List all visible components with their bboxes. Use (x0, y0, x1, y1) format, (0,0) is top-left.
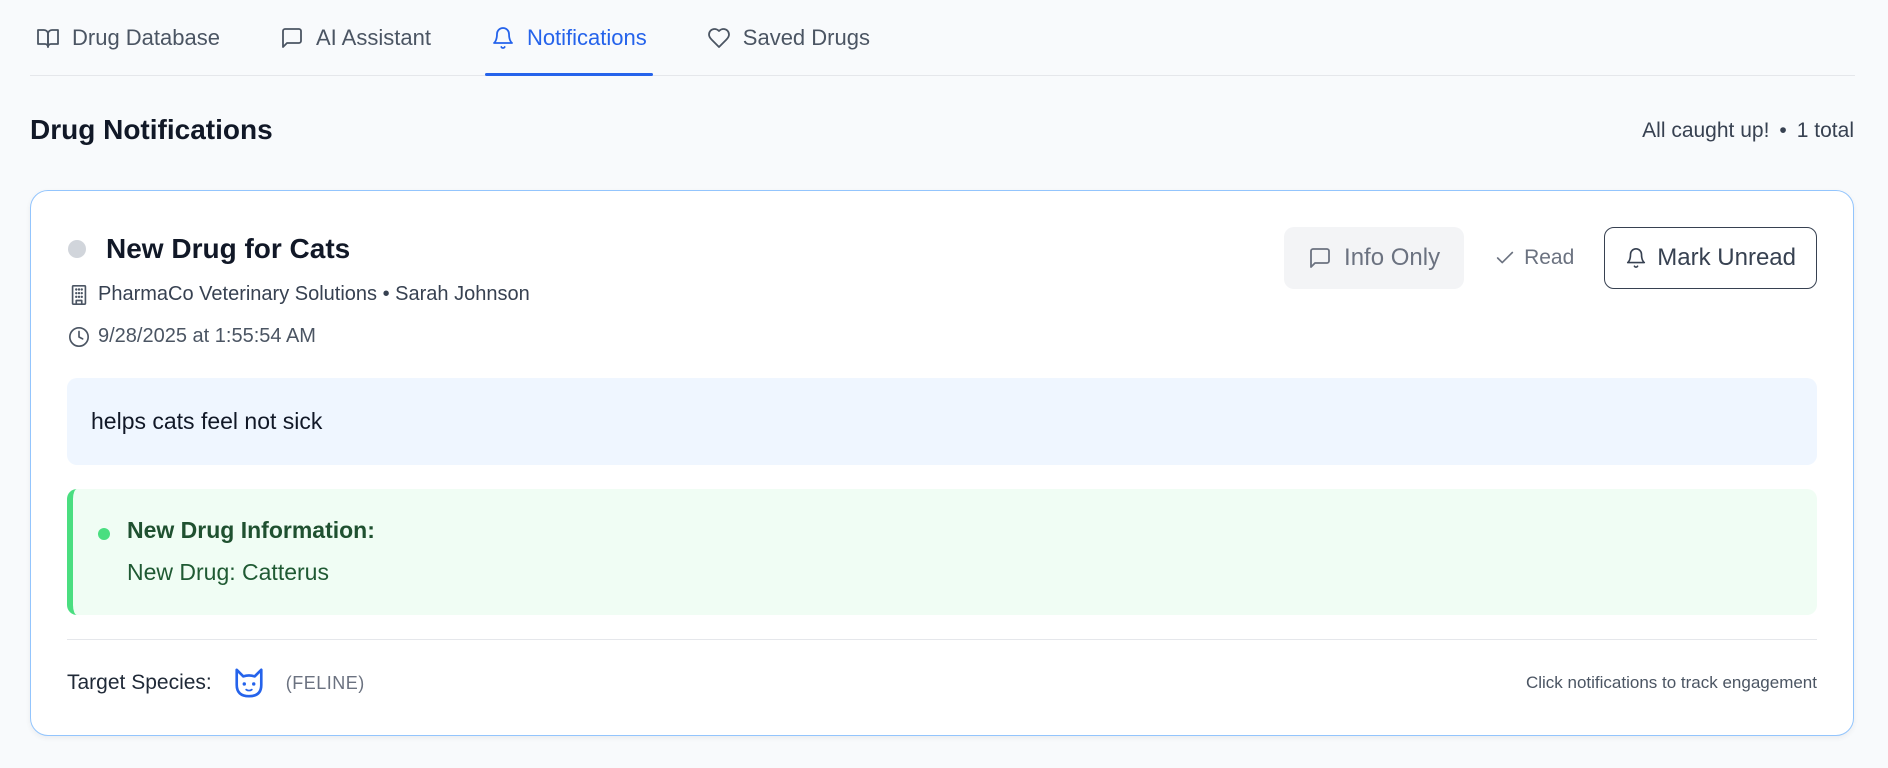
drug-info-label: New Drug Information: (127, 517, 375, 543)
heart-icon (707, 27, 730, 48)
mark-unread-label: Mark Unread (1657, 244, 1796, 271)
tab-notifications[interactable]: Notifications (484, 0, 653, 76)
tab-ai-assistant[interactable]: AI Assistant (274, 0, 437, 75)
cat-icon (235, 668, 263, 698)
notification-header: New Drug for Cats (68, 233, 350, 265)
footer-divider (67, 639, 1817, 640)
notification-card[interactable]: New Drug for Cats PharmaCo Veterinary So… (30, 190, 1854, 736)
info-only-button[interactable]: Info Only (1284, 227, 1465, 289)
timestamp-line: 9/28/2025 at 1:55:54 AM (68, 325, 316, 348)
clock-icon (69, 326, 89, 347)
engagement-hint: Click notifications to track engagement (1525, 673, 1817, 692)
check-icon (1496, 251, 1514, 264)
main-tabs: Drug Database AI Assistant Notifications… (30, 0, 1855, 76)
info-bullet (98, 528, 110, 540)
company-line: PharmaCo Veterinary Solutions • Sarah Jo… (68, 283, 530, 306)
bell-icon (493, 26, 513, 49)
read-status-dot (68, 240, 86, 258)
target-species: Target Species: (FELINE) (67, 666, 365, 700)
message-square-icon (282, 27, 302, 48)
tab-label: AI Assistant (315, 24, 431, 50)
tab-saved-drugs[interactable]: Saved Drugs (701, 0, 876, 75)
total-count: 1 total (1796, 119, 1854, 142)
species-code: (FELINE) (285, 672, 365, 693)
page-title: Drug Notifications (30, 114, 273, 145)
tab-label: Drug Database (72, 24, 220, 50)
timestamp-text: 9/28/2025 at 1:55:54 AM (98, 325, 316, 347)
new-drug-info-box: New Drug Information: New Drug: Catterus (67, 489, 1817, 615)
mark-unread-button[interactable]: Mark Unread (1604, 227, 1817, 289)
notification-title: New Drug for Cats (106, 233, 351, 264)
read-label: Read (1524, 246, 1575, 269)
notification-message: helps cats feel not sick (67, 378, 1817, 465)
read-button[interactable]: Read (1494, 246, 1574, 270)
message-square-icon (1310, 248, 1330, 268)
message-text: helps cats feel not sick (91, 408, 323, 434)
tab-drug-database[interactable]: Drug Database (30, 0, 226, 75)
info-only-label: Info Only (1344, 244, 1441, 271)
tab-label: Notifications (526, 24, 647, 50)
tab-label: Saved Drugs (742, 24, 870, 50)
drug-info-value: New Drug: Catterus (127, 559, 329, 585)
building-icon (71, 284, 87, 305)
summary-separator: • (1779, 119, 1787, 142)
company-author-text: PharmaCo Veterinary Solutions • Sarah Jo… (98, 283, 530, 305)
notification-actions: Info Only Read Mark Unread (1284, 227, 1817, 289)
bell-icon (1627, 248, 1646, 268)
book-open-icon (37, 28, 59, 48)
caught-up-status: All caught up! (1642, 119, 1770, 142)
target-species-label: Target Species: (67, 671, 212, 694)
notification-summary: All caught up! • 1 total (1642, 119, 1854, 143)
